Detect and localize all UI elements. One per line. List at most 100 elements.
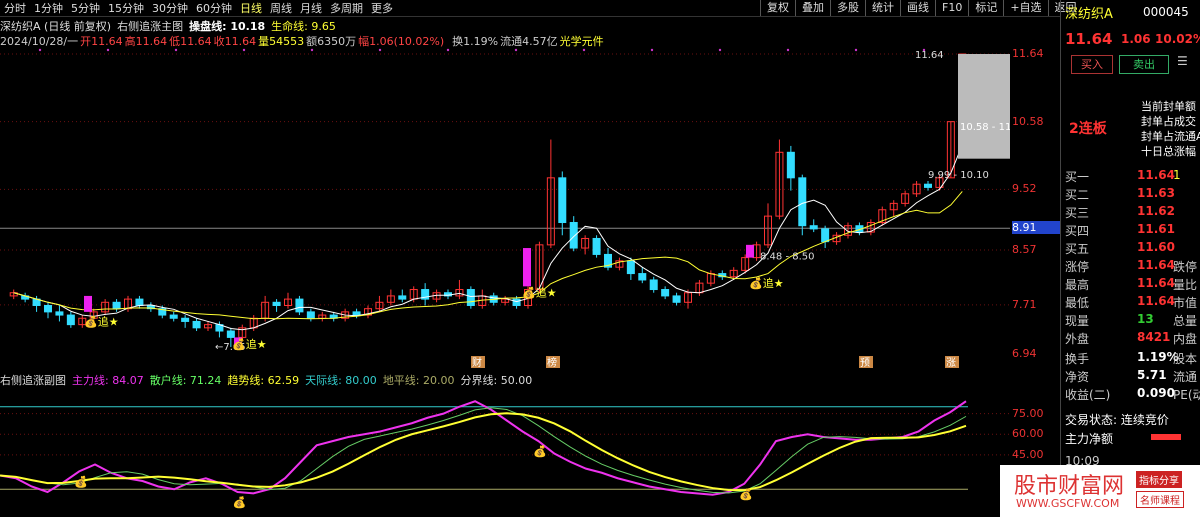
- tab-tf-8[interactable]: 月线: [296, 0, 326, 16]
- candle-body: [649, 279, 658, 291]
- ma-line-0: [13, 144, 963, 331]
- book-label: 买三: [1065, 206, 1090, 220]
- sml-value: 生命线: 9.65: [271, 20, 336, 33]
- candle-body: [44, 304, 52, 313]
- top-dot: [310, 48, 314, 52]
- candle-body: [798, 177, 807, 227]
- sub-chart-name[interactable]: 右侧追涨副图: [0, 372, 66, 387]
- watermark-badge-2: 名师课程: [1136, 491, 1184, 508]
- stat2-row-0: 换手 1.19% 股本: [1061, 350, 1200, 368]
- price-tick-3: 8.91: [1012, 221, 1060, 235]
- tool-button-7[interactable]: +自选: [1003, 0, 1047, 16]
- tool-button-6[interactable]: 标记: [968, 0, 1003, 16]
- stat-row-4: 外盘 8421 内盘: [1061, 330, 1200, 348]
- candle-body: [924, 183, 932, 188]
- sub-tick-0: 75.00: [1012, 406, 1044, 420]
- sub-tick-1: 60.00: [1012, 427, 1044, 441]
- tab-tf-10[interactable]: 更多: [367, 0, 397, 16]
- stat2-row-1: 净资 5.71 流通: [1061, 368, 1200, 386]
- float-value: 流通4.57亿: [500, 35, 558, 48]
- tab-tf-7[interactable]: 周线: [266, 0, 296, 16]
- book-row-4[interactable]: 买五 11.60: [1061, 240, 1200, 258]
- money-icon-2: 💰: [533, 445, 547, 458]
- top-dot: [378, 48, 382, 52]
- tool-button-1[interactable]: 叠加: [795, 0, 830, 16]
- candle-body: [135, 298, 144, 306]
- sub-chart[interactable]: 💰 💰 💰 💰: [0, 388, 1010, 513]
- tool-button-4[interactable]: 画线: [900, 0, 935, 16]
- stat-row-2: 最低 11.64 市值: [1061, 294, 1200, 312]
- tab-tf-2[interactable]: 5分钟: [67, 0, 104, 16]
- tool-button-5[interactable]: F10: [935, 0, 968, 16]
- book-label: 买一: [1065, 170, 1090, 184]
- stat2-label: 收益(二): [1065, 388, 1111, 402]
- tab-tf-0[interactable]: 分时: [0, 0, 30, 16]
- price-tick-4: 8.57: [1012, 242, 1037, 256]
- stat-row-1: 最高 11.64 量比: [1061, 276, 1200, 294]
- tool-button-3[interactable]: 统计: [865, 0, 900, 16]
- stat-label: 最高: [1065, 278, 1090, 292]
- top-dot: [106, 48, 110, 52]
- tab-tf-9[interactable]: 多周期: [326, 0, 367, 16]
- stat-label-2: 总量: [1173, 314, 1198, 328]
- tool-button-2[interactable]: 多股: [830, 0, 865, 16]
- price-tick-2: 9.52: [1012, 182, 1037, 196]
- candle-body: [638, 273, 647, 281]
- retail-curve: [0, 407, 967, 494]
- tab-tf-4[interactable]: 30分钟: [148, 0, 192, 16]
- candle-body: [398, 295, 407, 300]
- indicator-name[interactable]: 右侧追涨主图: [117, 18, 183, 33]
- seal-note-1: 封单占成交: [1141, 115, 1196, 128]
- book-row-1[interactable]: 买二 11.63: [1061, 186, 1200, 204]
- candle-body: [181, 317, 190, 322]
- stat-label: 涨停: [1065, 260, 1090, 274]
- book-vol: 1: [1173, 168, 1181, 182]
- stat-value: 13: [1137, 312, 1154, 326]
- candle-body: [512, 298, 521, 306]
- tab-tf-3[interactable]: 15分钟: [104, 0, 148, 16]
- price-tick-1: 10.58: [1012, 114, 1044, 128]
- stat-value: 11.64: [1137, 294, 1175, 308]
- buy-button[interactable]: 买入: [1071, 55, 1113, 74]
- top-dot: [650, 48, 654, 52]
- concept-tag[interactable]: 光学元件: [560, 33, 604, 48]
- chase-signal-0: 💰追★: [84, 314, 119, 328]
- range-label-1: 10.58 - 11: [960, 122, 1010, 133]
- book-label: 买四: [1065, 224, 1090, 238]
- tab-tf-5[interactable]: 60分钟: [192, 0, 236, 16]
- signal-candle-3: [746, 244, 754, 258]
- tab-tf-1[interactable]: 1分钟: [30, 0, 67, 16]
- stat-value: 8421: [1137, 330, 1171, 344]
- stock-name: 深纺织A: [1065, 7, 1113, 22]
- top-dot: [38, 48, 42, 52]
- seal-note-3: 十日总涨幅: [1141, 145, 1196, 158]
- book-row-2[interactable]: 买三 11.62: [1061, 204, 1200, 222]
- candle-body: [295, 298, 304, 313]
- stock-code: 000045: [1143, 5, 1189, 19]
- candle-body: [672, 295, 681, 303]
- sell-button[interactable]: 卖出: [1119, 55, 1169, 74]
- tool-button-0[interactable]: 复权: [760, 0, 795, 16]
- stat2-label: 换手: [1065, 352, 1090, 366]
- stat-label-2: 市值: [1173, 296, 1198, 310]
- stat2-label-2: 流通: [1173, 370, 1198, 384]
- stat2-row-2: 收益(二) 0.090 PE(动: [1061, 386, 1200, 404]
- main-chart[interactable]: 11.6410.58 - 119.99 - 10.108.48 - 8.50←7…: [0, 48, 1010, 368]
- book-row-3[interactable]: 买四 11.61: [1061, 222, 1200, 240]
- menu-icon[interactable]: ☰: [1177, 54, 1188, 68]
- candle-body: [55, 311, 64, 316]
- top-dot: [514, 48, 518, 52]
- book-row-0[interactable]: 买一 11.64 1: [1061, 168, 1200, 186]
- price-tick-6: 6.94: [1012, 347, 1037, 360]
- sub-tick-2: 45.00: [1012, 447, 1044, 461]
- last-price: 11.64: [1065, 30, 1113, 48]
- date-value: 2024/10/28/一: [0, 35, 79, 48]
- candle-body: [661, 289, 670, 297]
- seal-note-2: 封单占流通A: [1141, 130, 1200, 143]
- tab-tf-6[interactable]: 日线: [236, 0, 266, 16]
- chase-signal-3: 💰追★: [749, 276, 784, 290]
- candle-body: [809, 225, 818, 230]
- main-force-line: 主力线: 84.07: [72, 374, 144, 387]
- stat-label: 最低: [1065, 296, 1090, 310]
- signal-candle-0: [84, 295, 92, 312]
